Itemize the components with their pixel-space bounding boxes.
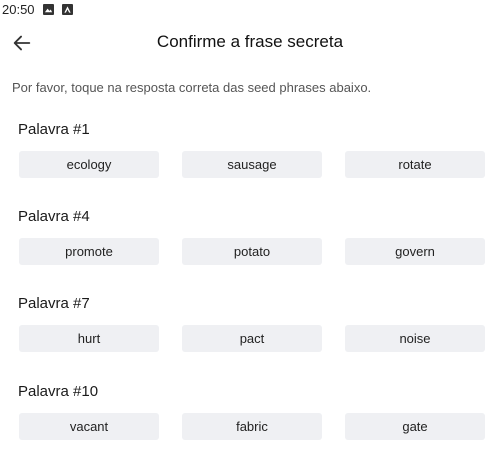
question-label: Palavra #4 xyxy=(18,208,90,225)
answer-option[interactable]: fabric xyxy=(182,413,322,440)
answer-option[interactable]: hurt xyxy=(19,325,159,352)
answer-options: promote potato govern xyxy=(19,238,485,265)
answer-option[interactable]: gate xyxy=(345,413,485,440)
answer-options: vacant fabric gate xyxy=(19,413,485,440)
answer-option[interactable]: ecology xyxy=(19,151,159,178)
answer-option[interactable]: sausage xyxy=(182,151,322,178)
answer-option[interactable]: noise xyxy=(345,325,485,352)
page-title: Confirme a frase secreta xyxy=(156,32,344,51)
answer-option[interactable]: pact xyxy=(182,325,322,352)
answer-option[interactable]: potato xyxy=(182,238,322,265)
app-header: Confirme a frase secreta xyxy=(0,26,500,60)
status-bar: 20:50 xyxy=(0,0,500,18)
answer-options: ecology sausage rotate xyxy=(19,151,485,178)
answer-option[interactable]: vacant xyxy=(19,413,159,440)
status-time: 20:50 xyxy=(2,1,35,17)
answer-options: hurt pact noise xyxy=(19,325,485,352)
answer-option[interactable]: rotate xyxy=(345,151,485,178)
image-icon xyxy=(42,3,54,15)
answer-option[interactable]: govern xyxy=(345,238,485,265)
instruction-text: Por favor, toque na resposta correta das… xyxy=(12,80,372,95)
answer-option[interactable]: promote xyxy=(19,238,159,265)
app-icon xyxy=(61,3,73,15)
question-label: Palavra #10 xyxy=(18,383,99,400)
question-label: Palavra #7 xyxy=(18,295,90,312)
question-label: Palavra #1 xyxy=(18,121,90,138)
